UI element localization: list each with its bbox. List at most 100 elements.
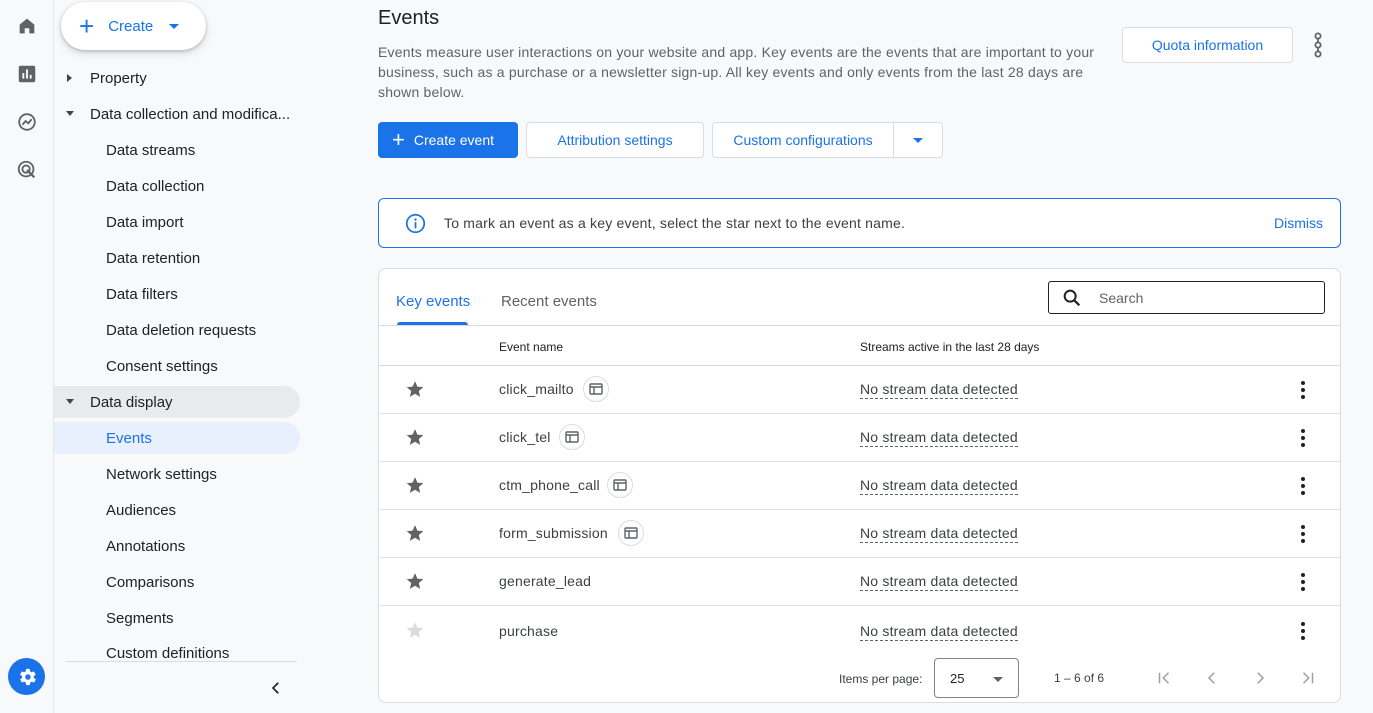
web-stream-icon <box>583 376 609 402</box>
create-button[interactable]: + Create <box>61 2 206 50</box>
table-row: purchase No stream data detected <box>379 606 1340 655</box>
nav-item-annotations[interactable]: Annotations <box>54 530 300 562</box>
admin-nav: + Create Property Data collection and mo… <box>54 0 312 713</box>
nav-item-comparisons[interactable]: Comparisons <box>54 566 300 598</box>
table-row: click_tel No stream data detected <box>379 414 1340 462</box>
page-title: Events <box>378 7 440 29</box>
nav-item-audiences[interactable]: Audiences <box>54 494 300 526</box>
explore-icon[interactable] <box>15 110 39 134</box>
nav-item-events[interactable]: Events <box>54 422 300 454</box>
nav-item-data-retention[interactable]: Data retention <box>54 242 300 274</box>
page-description: Events measure user interactions on your… <box>378 44 1095 100</box>
search-input[interactable] <box>1099 289 1299 306</box>
row-more-icon[interactable] <box>1291 570 1315 594</box>
quota-information-button[interactable]: Quota information <box>1122 27 1293 63</box>
main-content: Events Events measure user interactions … <box>312 0 1373 713</box>
nav-item-data-collection-modification[interactable]: Data collection and modifica... <box>54 98 300 130</box>
reports-icon[interactable] <box>15 62 39 86</box>
attribution-settings-button[interactable]: Attribution settings <box>526 122 704 158</box>
nav-item-data-filters[interactable]: Data filters <box>54 278 300 310</box>
stream-status[interactable]: No stream data detected <box>860 525 1018 543</box>
row-more-icon[interactable] <box>1291 426 1315 450</box>
table-row: form_submission No stream data detected <box>379 510 1340 558</box>
event-name[interactable]: ctm_phone_call <box>499 477 600 493</box>
table-row: click_mailto No stream data detected <box>379 366 1340 414</box>
custom-configurations-button[interactable]: Custom configurations <box>712 122 894 158</box>
table-row: generate_lead No stream data detected <box>379 558 1340 606</box>
gear-icon[interactable] <box>8 658 45 695</box>
advertising-icon[interactable] <box>15 158 39 182</box>
nav-divider <box>66 661 297 662</box>
row-more-icon[interactable] <box>1291 474 1315 498</box>
nav-item-data-import[interactable]: Data import <box>54 206 300 238</box>
star-icon[interactable] <box>405 571 425 591</box>
web-stream-icon <box>607 472 633 498</box>
row-more-icon[interactable] <box>1291 378 1315 402</box>
column-header-streams[interactable]: Streams active in the last 28 days <box>860 340 1039 354</box>
last-page-icon[interactable] <box>1296 666 1320 690</box>
event-name[interactable]: click_tel <box>499 429 551 445</box>
event-name[interactable]: purchase <box>499 623 558 639</box>
table-row: ctm_phone_call No stream data detected <box>379 462 1340 510</box>
web-stream-icon <box>559 424 585 450</box>
pagination-range: 1 – 6 of 6 <box>1054 671 1105 685</box>
events-table-card: Key events Recent events Event name Stre… <box>378 268 1341 703</box>
create-label: Create <box>108 17 154 35</box>
star-icon[interactable] <box>405 379 425 399</box>
next-page-icon[interactable] <box>1248 666 1272 690</box>
stream-status[interactable]: No stream data detected <box>860 381 1018 399</box>
custom-configurations-dropdown[interactable] <box>893 122 943 158</box>
event-name[interactable]: generate_lead <box>499 573 591 589</box>
first-page-icon[interactable] <box>1152 666 1176 690</box>
column-header-event-name[interactable]: Event name <box>499 340 563 354</box>
nav-item-network-settings[interactable]: Network settings <box>54 458 300 490</box>
stream-status[interactable]: No stream data detected <box>860 623 1018 641</box>
row-more-icon[interactable] <box>1291 522 1315 546</box>
create-event-button[interactable]: + Create event <box>378 122 518 158</box>
dismiss-button[interactable]: Dismiss <box>1274 215 1323 231</box>
nav-item-custom-definitions[interactable]: Custom definitions <box>54 638 300 660</box>
stream-status[interactable]: No stream data detected <box>860 573 1018 591</box>
table-header: Event name Streams active in the last 28… <box>379 325 1340 366</box>
previous-page-icon[interactable] <box>1200 666 1224 690</box>
stream-status[interactable]: No stream data detected <box>860 429 1018 447</box>
collapse-arrow-icon <box>66 399 74 404</box>
left-rail <box>0 0 54 713</box>
star-icon[interactable] <box>405 475 425 495</box>
star-outline-icon[interactable] <box>405 620 425 640</box>
items-per-page-label: Items per page: <box>839 672 923 686</box>
nav-item-data-display[interactable]: Data display <box>54 386 300 418</box>
collapse-nav-button[interactable] <box>264 676 288 700</box>
banner-message: To mark an event as a key event, select … <box>444 215 906 231</box>
star-icon[interactable] <box>405 523 425 543</box>
star-icon[interactable] <box>405 427 425 447</box>
chevron-down-icon <box>993 677 1003 682</box>
more-vert-icon[interactable] <box>1306 30 1330 60</box>
key-event-info-banner: To mark an event as a key event, select … <box>378 198 1341 248</box>
plus-icon: + <box>79 11 95 41</box>
nav-item-data-streams[interactable]: Data streams <box>54 134 300 166</box>
items-per-page-select[interactable]: 25 <box>934 658 1019 698</box>
nav-item-data-collection[interactable]: Data collection <box>54 170 300 202</box>
search-icon <box>1063 289 1081 306</box>
chevron-down-icon <box>169 23 180 29</box>
event-name[interactable]: form_submission <box>499 525 608 541</box>
chevron-left-icon <box>271 682 279 694</box>
search-box[interactable] <box>1048 281 1325 314</box>
row-more-icon[interactable] <box>1291 619 1315 643</box>
home-icon[interactable] <box>15 14 39 38</box>
tab-key-events[interactable]: Key events <box>396 293 470 310</box>
stream-status[interactable]: No stream data detected <box>860 477 1018 495</box>
nav-item-data-deletion-requests[interactable]: Data deletion requests <box>54 314 300 346</box>
collapse-arrow-icon <box>66 111 74 116</box>
expand-arrow-icon <box>67 74 72 82</box>
event-name[interactable]: click_mailto <box>499 381 574 397</box>
nav-item-property[interactable]: Property <box>54 62 300 94</box>
nav-item-segments[interactable]: Segments <box>54 602 300 634</box>
tab-recent-events[interactable]: Recent events <box>501 293 597 310</box>
chevron-down-icon <box>913 137 923 143</box>
web-stream-icon <box>618 520 644 546</box>
nav-item-consent-settings[interactable]: Consent settings <box>54 350 300 382</box>
plus-icon: + <box>392 127 405 152</box>
info-icon <box>405 213 426 233</box>
